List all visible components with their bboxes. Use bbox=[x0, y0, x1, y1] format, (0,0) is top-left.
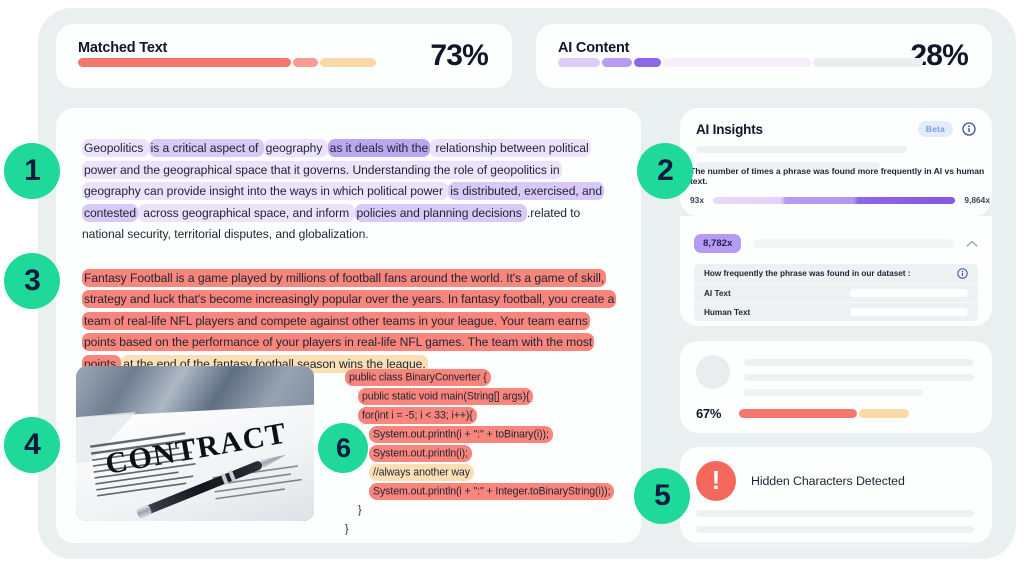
info-circle-icon[interactable] bbox=[957, 268, 968, 279]
highlighted-span: across geographical space, and inform bbox=[138, 203, 355, 222]
ai-insights-frequency-section: The number of times a phrase was found m… bbox=[690, 166, 990, 205]
ai-content-percent: 28% bbox=[910, 39, 968, 72]
highlighted-span: geography bbox=[263, 139, 328, 157]
skeleton-line bbox=[696, 510, 974, 517]
step-badge-2[interactable]: 2 bbox=[637, 143, 693, 199]
highlighted-span: System.out.println(i); bbox=[369, 444, 472, 462]
table-row: Human Text bbox=[694, 302, 978, 321]
step-badge-1[interactable]: 1 bbox=[4, 143, 60, 199]
skeleton-line bbox=[696, 526, 974, 533]
hidden-characters-alert-card: ! Hidden Characters Detected bbox=[680, 447, 992, 549]
info-circle-icon[interactable] bbox=[962, 122, 976, 136]
skeleton-line bbox=[744, 389, 924, 396]
code-snippet: public class BinaryConverter {public sta… bbox=[345, 368, 635, 539]
chevron-up-icon[interactable] bbox=[966, 240, 978, 248]
ai-content-score-card: AI Content 28% bbox=[536, 24, 992, 88]
highlighted-span: policies and planning decisions bbox=[354, 203, 527, 222]
highlighted-span: //always another way bbox=[369, 463, 474, 481]
step-badge-4[interactable]: 4 bbox=[4, 417, 60, 473]
ai-insights-title: AI Insights bbox=[696, 121, 763, 137]
alert-exclamation-icon: ! bbox=[696, 461, 736, 501]
code-line: public static void main(String[] args){ bbox=[345, 387, 635, 406]
skeleton-line bbox=[744, 374, 974, 381]
code-line: } bbox=[358, 504, 362, 516]
progress-segment bbox=[602, 58, 632, 67]
progress-segment bbox=[634, 58, 661, 67]
alert-title: Hidden Characters Detected bbox=[751, 474, 905, 488]
table-row: AI Text bbox=[694, 283, 978, 302]
avatar-placeholder-icon bbox=[696, 355, 730, 389]
phrase-count-chip: 8,782x bbox=[694, 234, 742, 253]
ai-content-label: AI Content bbox=[558, 40, 630, 56]
ai-insights-caption: The number of times a phrase was found m… bbox=[690, 166, 985, 186]
code-line: System.out.println(i); bbox=[345, 444, 635, 463]
code-line: } bbox=[345, 523, 349, 535]
step-badge-3[interactable]: 3 bbox=[4, 253, 60, 309]
ai-content-progress-bar bbox=[558, 58, 923, 67]
matched-text-score-card: Matched Text 73% bbox=[56, 24, 512, 88]
highlighted-span: System.out.println(i + ":" + Integer.toB… bbox=[369, 482, 615, 500]
ai-insights-detail-panel: 8,782x How frequently the phrase was fou… bbox=[680, 222, 992, 326]
skeleton-line bbox=[696, 146, 907, 153]
progress-segment bbox=[813, 58, 923, 67]
highlighted-span: System.out.println(i + ":" + toBinary(i)… bbox=[369, 425, 553, 443]
code-line: //always another way bbox=[345, 463, 635, 482]
dataset-header-label: How frequently the phrase was found in o… bbox=[704, 269, 911, 278]
progress-segment bbox=[663, 58, 811, 67]
dataset-row-label: AI Text bbox=[704, 288, 731, 298]
skeleton-line bbox=[753, 239, 954, 248]
paragraph-fantasy-football: Fantasy Football is a game played by mil… bbox=[82, 268, 617, 376]
range-min-label: 93x bbox=[690, 195, 704, 205]
step-badge-6[interactable]: 6 bbox=[318, 423, 368, 473]
highlighted-span: as it deals with the bbox=[327, 139, 431, 157]
summary-progress-bar bbox=[739, 409, 910, 418]
code-line: System.out.println(i + ":" + toBinary(i)… bbox=[345, 425, 635, 444]
code-line: public class BinaryConverter { bbox=[345, 368, 635, 387]
progress-segment bbox=[558, 58, 600, 67]
highlighted-span: public static void main(String[] args){ bbox=[358, 387, 534, 405]
beta-badge: Beta bbox=[917, 121, 953, 137]
step-badge-5[interactable]: 5 bbox=[634, 468, 690, 524]
dataset-table-header: How frequently the phrase was found in o… bbox=[694, 264, 978, 283]
progress-segment bbox=[78, 58, 291, 67]
progress-segment bbox=[320, 58, 376, 67]
code-line: System.out.println(i + ":" + Integer.toB… bbox=[345, 482, 635, 501]
skeleton-line bbox=[696, 542, 974, 549]
summary-percent: 67% bbox=[696, 406, 722, 421]
frequency-gradient-bar bbox=[712, 196, 956, 204]
dataset-row-value bbox=[850, 308, 968, 316]
progress-segment bbox=[293, 58, 318, 67]
match-summary-card: 67% bbox=[680, 341, 992, 433]
skeleton-line bbox=[744, 359, 974, 366]
code-line: for(int i = -5; i < 33; i++){ bbox=[345, 406, 635, 425]
matched-text-label: Matched Text bbox=[78, 40, 168, 56]
contract-document-image: CONTRACT bbox=[76, 366, 314, 521]
range-max-label: 9,864x bbox=[964, 195, 990, 205]
progress-segment bbox=[859, 409, 910, 418]
highlighted-span: is a critical aspect of bbox=[148, 139, 264, 157]
dataset-table: How frequently the phrase was found in o… bbox=[694, 264, 978, 321]
highlighted-span: Geopolitics bbox=[82, 139, 149, 157]
progress-segment bbox=[739, 409, 858, 418]
matched-text-progress-bar bbox=[78, 58, 376, 67]
highlighted-span: for(int i = -5; i < 33; i++){ bbox=[358, 406, 477, 424]
dataset-row-label: Human Text bbox=[704, 307, 751, 317]
matched-text-percent: 73% bbox=[430, 39, 488, 72]
paragraph-geopolitics: Geopolitics is a critical aspect of geog… bbox=[82, 139, 605, 241]
highlighted-span: public class BinaryConverter { bbox=[345, 368, 491, 386]
dataset-row-value bbox=[850, 289, 968, 297]
app-screenshot: Matched Text 73% AI Content 28% Geopolit… bbox=[0, 0, 1024, 567]
